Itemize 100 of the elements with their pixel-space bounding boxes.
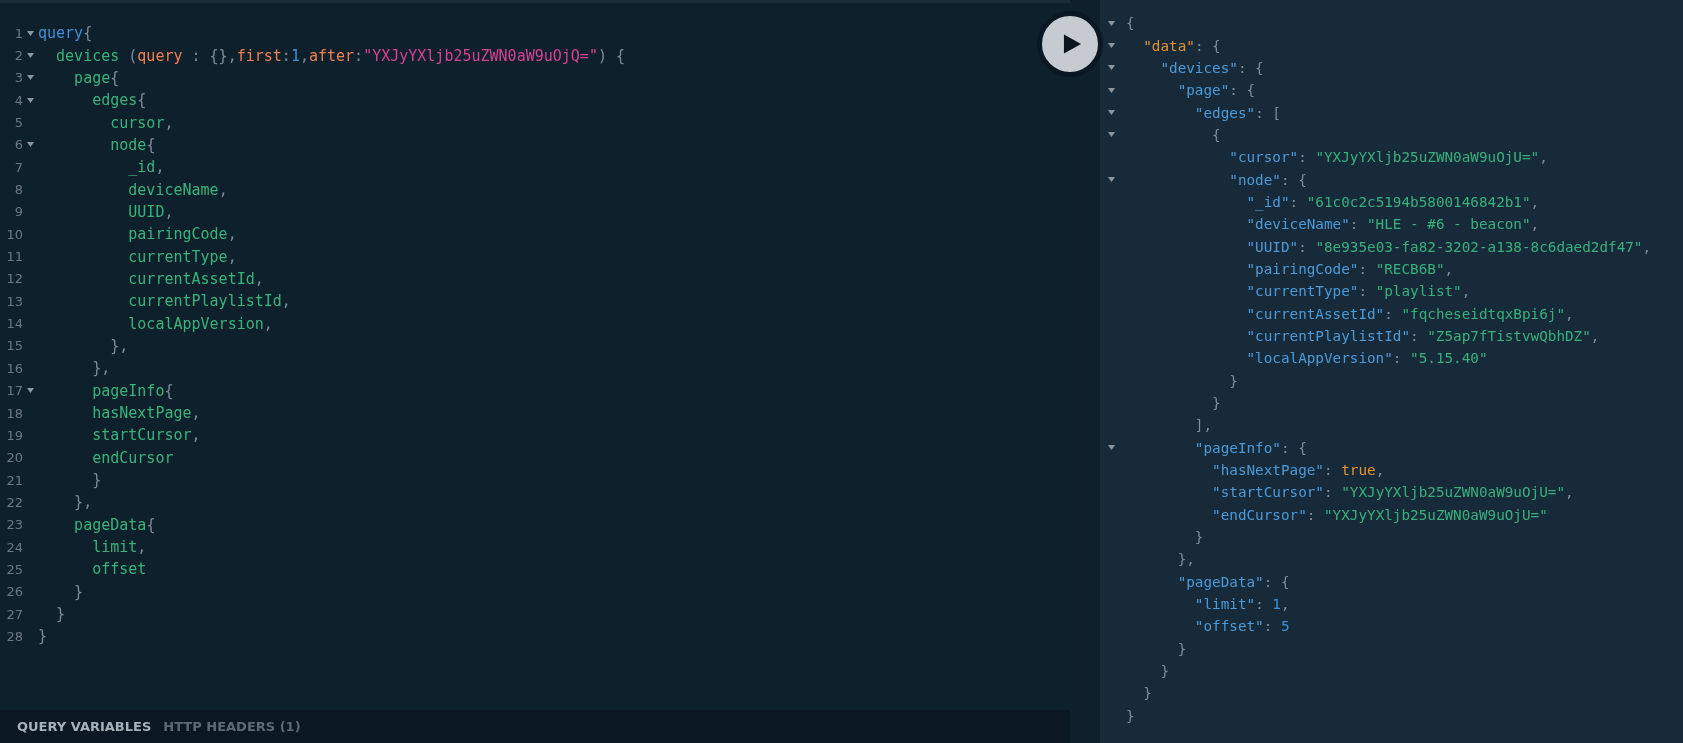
code-line: }, (73, 493, 93, 512)
code-line: } (1193, 529, 1204, 546)
line-number: 28 (5, 628, 23, 644)
code-line: startCursor, (91, 426, 201, 445)
code-line: } (1126, 707, 1135, 724)
fold-caret-icon[interactable] (1107, 20, 1115, 26)
line-number: 13 (5, 293, 23, 309)
code-line: "localAppVersion": "5.15.40" (1245, 350, 1488, 367)
line-number: 2 (13, 48, 23, 63)
code-line: } (1176, 640, 1187, 657)
line-number: 5 (13, 115, 23, 131)
code-line: endCursor (91, 448, 174, 467)
fold-caret-icon[interactable] (1107, 110, 1115, 116)
code-line: node{ (109, 135, 156, 154)
line-number: 7 (13, 159, 23, 175)
line-number: 16 (5, 360, 23, 376)
code-line: deviceName, (127, 180, 228, 199)
line-number: 14 (5, 316, 23, 332)
code-line: "pairingCode": "RECB6B", (1245, 260, 1454, 277)
line-number: 8 (13, 182, 23, 198)
line-number: 27 (5, 606, 23, 622)
code-line: "UUID": "8e935e03-fa82-3202-a138-8c6daed2df47", (1245, 238, 1652, 255)
code-line: { (1126, 15, 1135, 32)
line-number: 3 (13, 70, 23, 86)
code-line: "pageInfo": { (1193, 439, 1307, 456)
code-line: "node": { (1228, 171, 1307, 188)
fold-caret-icon[interactable] (27, 53, 34, 58)
line-number: 6 (13, 137, 23, 153)
code-line: } (1159, 663, 1170, 680)
fold-caret-icon[interactable] (1107, 132, 1115, 138)
line-number: 10 (5, 226, 23, 242)
code-line: edges{ (91, 91, 147, 110)
code-line: "startCursor": "YXJyYXljb25uZWN0aW9uOjU=", (1211, 484, 1574, 501)
code-line: currentAssetId, (127, 269, 264, 288)
fold-caret-icon[interactable] (1107, 445, 1115, 451)
code-line: } (1228, 372, 1238, 389)
code-line: "_id": "61c0c2c5194b5800146842b1", (1245, 193, 1540, 210)
code-line: } (1142, 685, 1152, 702)
code-line: limit, (91, 538, 147, 557)
line-number: 22 (5, 494, 23, 510)
line-number: 1 (13, 25, 23, 41)
code-line: hasNextPage, (91, 404, 201, 422)
line-number: 9 (13, 204, 23, 220)
line-number: 19 (5, 427, 23, 443)
code-line: page{ (73, 68, 120, 87)
code-line: } (38, 627, 48, 646)
code-line: "limit": 1, (1193, 596, 1290, 613)
code-line: "currentType": "playlist", (1245, 283, 1471, 300)
code-line: pageData{ (73, 515, 156, 534)
fold-caret-icon[interactable] (1107, 87, 1115, 93)
line-number: 15 (5, 338, 23, 354)
line-number: 17 (5, 383, 23, 399)
code-line: } (1211, 395, 1221, 411)
line-number: 26 (5, 584, 23, 600)
code-line: "endCursor": "YXJyYXljb25uZWN0aW9uOjU=" (1211, 506, 1548, 523)
code-line: } (55, 605, 66, 624)
play-icon (1063, 33, 1082, 55)
code-line: cursor, (109, 113, 174, 132)
code-line: "deviceName": "HLE - #6 - beacon", (1245, 216, 1540, 233)
fold-caret-icon[interactable] (27, 388, 34, 394)
line-number: 12 (5, 271, 23, 287)
line-number: 11 (5, 249, 23, 265)
code-line: pageInfo{ (91, 381, 174, 400)
code-line: devices (query : {},first:1,after:"YXJyYXljb25uZWN0aW9uOjQ=") { (55, 46, 626, 65)
code-line: query{ (38, 24, 93, 43)
code-line: "currentAssetId": "fqcheseidtqxBpi6j", (1245, 305, 1574, 322)
code-line: "offset": 5 (1193, 618, 1290, 635)
code-line: UUID, (127, 202, 174, 221)
line-number: 20 (5, 450, 23, 466)
code-line: "devices": { (1159, 59, 1264, 76)
line-number: 24 (5, 539, 23, 555)
line-number: 4 (13, 92, 23, 108)
fold-caret-icon[interactable] (1107, 43, 1115, 48)
code-line: "hasNextPage": true, (1211, 462, 1385, 479)
code-line: "page": { (1176, 82, 1256, 99)
fold-caret-icon[interactable] (1107, 65, 1115, 71)
code-line: "pageData": { (1176, 573, 1290, 590)
code-line: offset (91, 560, 147, 579)
code-line: "edges": [ (1193, 104, 1281, 121)
fold-caret-icon[interactable] (27, 75, 34, 81)
code-line: localAppVersion, (127, 314, 273, 333)
panel-tab[interactable]: QUERY VARIABLES (12, 715, 157, 738)
line-number: 18 (5, 405, 23, 421)
fold-caret-icon[interactable] (27, 30, 34, 36)
code-line: } (73, 582, 84, 601)
code-line: }, (1176, 551, 1195, 568)
code-line: ], (1193, 417, 1213, 434)
code-line: }, (109, 337, 129, 355)
fold-caret-icon[interactable] (27, 97, 34, 103)
fold-caret-icon[interactable] (1107, 177, 1115, 183)
code-line: "cursor": "YXJyYXljb25uZWN0aW9uOjU=", (1228, 149, 1548, 166)
code-line: currentType, (127, 247, 237, 266)
code-line: pairingCode, (127, 225, 237, 244)
fold-caret-icon[interactable] (27, 142, 34, 148)
code-line: }, (91, 359, 111, 378)
line-number: 25 (5, 561, 23, 577)
code-line: } (91, 471, 102, 490)
code-line: _id, (127, 158, 165, 177)
code-line: { (1211, 126, 1221, 143)
line-number: 21 (5, 472, 23, 488)
